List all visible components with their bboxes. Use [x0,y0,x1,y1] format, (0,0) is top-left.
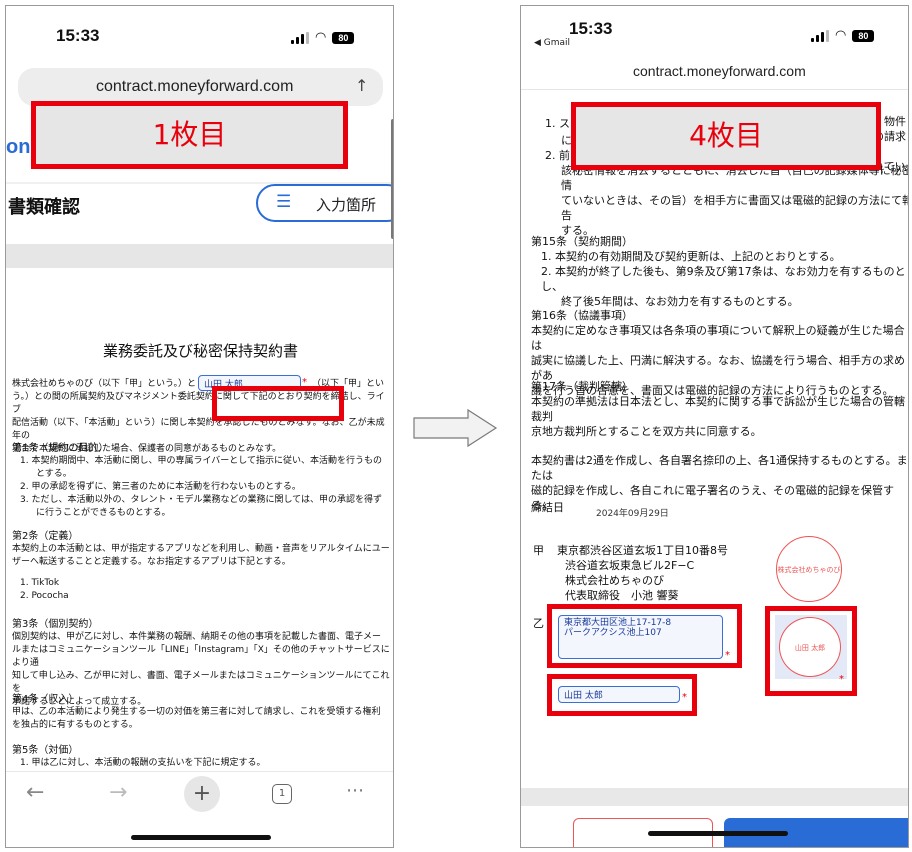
highlight-address-field [547,604,742,668]
article-text: 甲は、乙の本活動により発生する一切の対価を第三者に対して請求し、これを受領する権… [12,707,381,717]
highlight-page-label [571,102,881,170]
intro-text: 株式会社めちゃのび（以下「甲」という。）と [12,379,196,389]
url-text[interactable]: contract.moneyforward.com [633,63,806,79]
tabs-count-button[interactable]: 1 [272,784,292,804]
party-a-mark: 甲 [533,544,544,557]
article-heading: 第1条（規約の目的） [12,443,109,454]
new-tab-plus-icon[interactable]: + [184,776,220,812]
input-locations-label: 入力箇所 [316,196,377,214]
article-text: 磁的記録を作成し、各自これに電子署名のうえ、その電磁的記録を保管する。 [531,484,894,512]
status-indicators: ◠ 80 [811,28,875,43]
share-icon[interactable]: ↑ [355,76,368,95]
list-item: 3. ただし、本活動以外の、タレント・モデル業務などの業務に関しては、甲の承認を… [20,495,383,505]
wifi-icon: ◠ [315,30,327,45]
list-item: 2. 本契約が終了した後も、第9条及び第17条は、なお効力を有するものとし、 [541,265,906,293]
article-heading: 第16条（協議事項） [531,309,633,322]
list-item: 2. 甲の承認を得ずに、第三者のために本活動を行わないものとする。 [20,482,301,492]
article-heading: 第3条（個別契約） [12,619,99,630]
status-indicators: ◠ 80 [291,30,355,45]
status-time: 15:33 [56,26,100,45]
list-item: 1. TikTok [20,578,60,588]
document-page: 業務委託及び秘密保持契約書 株式会社めちゃのび（以下「甲」という。）と う。）と… [6,268,393,778]
input-locations-button[interactable]: ☰ 入力箇所 [256,184,393,222]
forward-arrow-icon[interactable]: → [109,780,127,805]
signal-icon [291,31,309,44]
url-text: contract.moneyforward.com [96,78,294,95]
left-phone-screenshot: 15:33 ◠ 80 contract.moneyforward.com ↑ o… [5,5,394,848]
article-5: 第5条（対価） 1. 甲は乙に対し、本活動の報酬の支払いを下記に規定する。 [12,744,392,770]
article-text: 本契約書は2通を作成し、各自署名捺印の上、各1通保持するものとする。または [531,454,908,482]
date-value: 2024年09月29日 [596,509,669,519]
article-heading: 第15条（契約期間） [531,235,633,248]
party-a-line: 代表取締役 小池 響葵 [565,589,679,602]
status-time: 15:33 [569,19,613,38]
article-text: を独占的に有するものとする。 [12,720,138,730]
article-heading: 第5条（対価） [12,745,79,756]
list-item: に行うことができるものとする。 [36,508,171,518]
scrollbar[interactable] [391,119,393,239]
article-2: 第2条（定義） 本契約上の本活動とは、甲が指定するアプリなどを利用し、動画・音声… [12,530,392,603]
article-17: 第17条（裁判管轄） 本契約の準拠法は日本法とし、本契約に関する事で訴訟が生じた… [531,379,908,439]
article-text: 京地方裁判所とすることを双方共に同意する。 [531,425,762,438]
list-item: ていないときは、その旨）を相手方に書面又は電磁的記録の方法にて報告 [561,194,909,222]
battery-icon: 80 [332,31,355,44]
right-phone-screenshot: 15:33 ◀ Gmail ◠ 80 contract.moneyforward… [520,5,909,848]
browser-toolbar: ← → + 1 ⋯ [6,771,393,847]
document-top-band [6,244,393,268]
highlight-name-field [547,674,697,716]
article-text: ルまたはコミュニケーションツール「LINE」「Instagram」「X」その他の… [12,645,390,668]
article-1: 第1条（規約の目的） 1. 本契約期間中、本活動に関し、甲の専属ライバーとして指… [12,442,392,520]
article-text: ザーへ転送することと定義する。なお指定するアプリは下記とする。 [12,557,291,567]
transition-arrow [412,408,498,452]
list-item: 1. 本契約の有効期間及び契約更新は、上記のとおりとする。 [541,250,841,263]
home-indicator [131,835,271,840]
right-arrow-icon [413,408,498,448]
page-title: 書類確認 [8,197,80,218]
highlight-name-field [212,386,344,421]
party-b-mark: 乙 [533,617,544,630]
more-menu-icon[interactable]: ⋯ [346,780,364,801]
back-to-gmail-link[interactable]: ◀ Gmail [534,38,570,48]
home-indicator [648,831,788,836]
list-item: とする。 [36,469,72,479]
highlight-page-label [31,101,348,169]
back-arrow-icon[interactable]: ← [26,780,44,805]
article-heading: 第4条（収入） [12,694,79,705]
highlight-seal-field [765,606,857,696]
article-text: 本契約上の本活動とは、甲が指定するアプリなどを利用し、動画・音声をリアルタイムに… [12,544,390,554]
company-seal: 株式会社めちゃのび [776,536,842,602]
list-item: 2. Pococha [20,591,69,601]
article-text: 本契約に定めなき事項又は各条項の事項について解釈上の疑義が生じた場合は [531,324,905,352]
list-item: 終了後5年間は、なお効力を有するものとする。 [561,295,799,308]
document-bottom-band [521,788,908,806]
article-text: 本契約の準拠法は日本法とし、本契約に関する事で訴訟が生じた場合の管轄裁判 [531,395,905,423]
wifi-icon: ◠ [835,28,847,43]
list-item: 1. 甲は乙に対し、本活動の報酬の支払いを下記に規定する。 [20,758,266,768]
divider [521,89,908,90]
article-heading: 第17条（裁判管轄） [531,380,633,393]
article-15: 第15条（契約期間） 1. 本契約の有効期間及び契約更新は、上記のとおりとする。… [531,234,908,309]
article-heading: 第2条（定義） [12,531,79,542]
list-item: 1. 本契約期間中、本活動に関し、甲の専属ライバーとして指示に従い、本活動を行う… [20,456,383,466]
article-4: 第4条（収入） 甲は、乙の本活動により発生する一切の対価を第三者に対して請求し、… [12,693,392,732]
list-icon: ☰ [276,192,292,212]
battery-icon: 80 [852,29,875,42]
document-title: 業務委託及び秘密保持契約書 [102,342,298,360]
date-label: 締結日 [531,501,564,514]
closing-paragraph: 本契約書は2通を作成し、各自署名捺印の上、各1通保持するものとする。または 磁的… [531,453,908,513]
article-text: 個別契約は、甲が乙に対し、本件業務の報酬、納期その他の事項を記載した書面、電子メ… [12,632,382,642]
signal-icon [811,29,829,42]
